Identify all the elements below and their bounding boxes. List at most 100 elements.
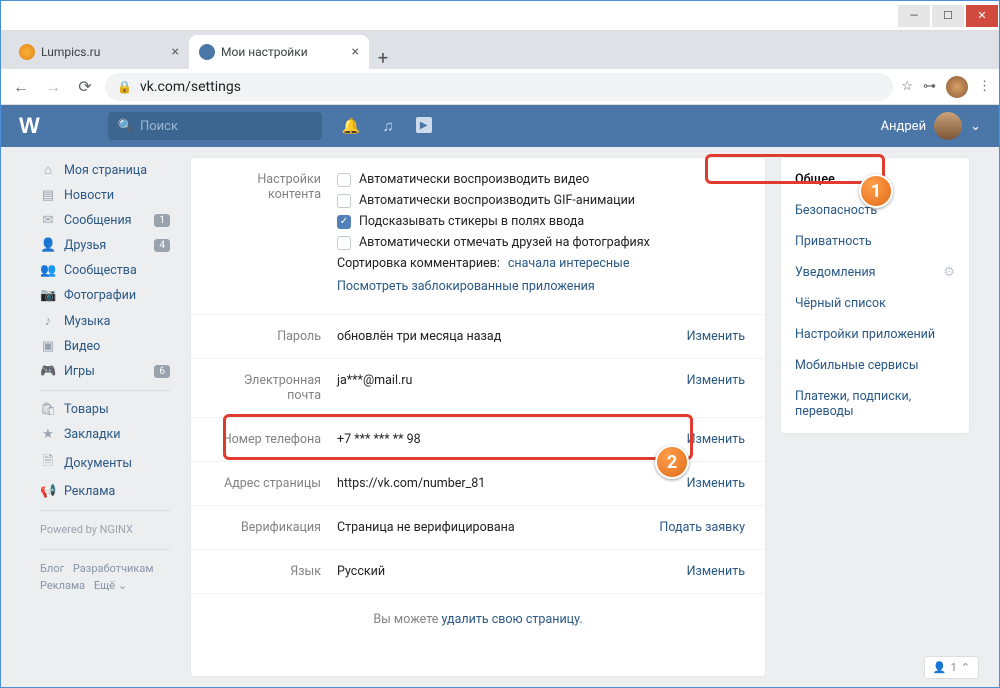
nav-icon: ★ — [40, 427, 56, 442]
footer-link-more[interactable]: Ещё ⌄ — [94, 579, 127, 592]
language-change-link[interactable]: Изменить — [687, 564, 745, 579]
nav-label: Реклама — [64, 484, 115, 499]
search-icon: 🔍 — [118, 119, 134, 134]
browser-address-bar: ← → ⟳ 🔒 vk.com/settings ☆ ⊶ ⋮ — [1, 69, 999, 105]
verification-label: Верификация — [211, 520, 337, 535]
settings-tab-label: Уведомления — [795, 265, 876, 280]
chevron-down-icon: ⌄ — [970, 119, 981, 134]
browser-tab-lumpics[interactable]: Lumpics.ru × — [9, 35, 189, 69]
chevron-up-icon: ⌃ — [961, 661, 970, 674]
key-icon[interactable]: ⊶ — [923, 79, 936, 94]
annotation-marker-1: 1 — [859, 174, 893, 208]
bottom-float-box[interactable]: 👤 1 ⌃ — [924, 656, 979, 679]
comment-sort-link[interactable]: сначала интересные — [508, 256, 630, 271]
window-minimize-button[interactable]: — — [898, 5, 930, 27]
favicon-icon — [19, 44, 35, 60]
nav-icon: 👥 — [40, 263, 56, 278]
star-icon[interactable]: ☆ — [901, 79, 913, 94]
verification-apply-link[interactable]: Подать заявку — [659, 520, 745, 535]
settings-subnav: ОбщееБезопасностьПриватностьУведомления⚙… — [780, 157, 970, 677]
settings-tab[interactable]: Приватность — [781, 226, 969, 257]
url-text: vk.com/settings — [140, 79, 241, 95]
language-label: Язык — [211, 564, 337, 579]
verification-value: Страница не верифицирована — [337, 520, 659, 535]
sidebar-item[interactable]: 🎮 Игры 6 — [30, 359, 180, 384]
content-settings-label: Настройки контента — [211, 172, 337, 300]
user-name: Андрей — [881, 119, 927, 134]
sidebar-item[interactable]: ★Закладки — [30, 422, 180, 447]
window-maximize-button[interactable]: ☐ — [932, 5, 964, 27]
settings-panel: Настройки контента Автоматически воспрои… — [190, 157, 766, 677]
url-change-link[interactable]: Изменить — [687, 476, 745, 491]
delete-prefix: Вы можете — [373, 612, 441, 627]
tab-title: Lumpics.ru — [41, 45, 100, 59]
bell-icon[interactable]: 🔔 — [342, 117, 361, 135]
annotation-marker-2: 2 — [655, 445, 689, 479]
nav-icon: 📢 — [40, 484, 56, 499]
nav-label: Документы — [64, 456, 132, 471]
sidebar-item[interactable]: 👤Друзья4 — [30, 233, 180, 258]
nav-icon: ⌂ — [40, 162, 56, 178]
checkbox-sticker-hints[interactable]: ✓ — [337, 215, 351, 229]
omnibox[interactable]: 🔒 vk.com/settings — [105, 73, 893, 101]
delete-page-link[interactable]: удалить свою страницу. — [441, 612, 582, 627]
music-icon[interactable]: ♫ — [382, 117, 393, 135]
sidebar-item[interactable]: ⌂Моя страница — [30, 157, 180, 183]
window-close-button[interactable]: ✕ — [966, 5, 998, 27]
sidebar-item[interactable]: ▤Новости — [30, 183, 180, 208]
nav-label: Сообщества — [64, 263, 137, 278]
vk-logo[interactable]: W — [19, 113, 38, 139]
vk-search-input[interactable]: 🔍 Поиск — [108, 112, 322, 140]
settings-tab-label: Приватность — [795, 234, 872, 249]
phone-change-link[interactable]: Изменить — [687, 432, 745, 447]
badge: 4 — [154, 239, 170, 252]
nav-label: Друзья — [64, 238, 106, 253]
password-change-link[interactable]: Изменить — [687, 329, 745, 344]
sidebar-item[interactable]: 🛍Товары — [30, 397, 180, 422]
nav-label: Игры — [64, 364, 95, 379]
left-nav: ⌂Моя страница▤Новости✉Сообщения1👤Друзья4… — [30, 147, 180, 687]
footer-link-ads[interactable]: Реклама — [40, 579, 85, 592]
sidebar-item[interactable]: ▣Видео — [30, 334, 180, 359]
settings-tab[interactable]: Чёрный список — [781, 288, 969, 319]
badge: 6 — [154, 365, 170, 378]
footer-link-dev[interactable]: Разработчикам — [73, 562, 154, 575]
profile-avatar-icon[interactable] — [946, 76, 968, 98]
close-icon[interactable]: × — [352, 44, 359, 60]
checkbox-autoplay-video[interactable] — [337, 173, 351, 187]
nav-icon: ▤ — [40, 188, 56, 203]
nav-icon: ▣ — [40, 339, 56, 354]
email-change-link[interactable]: Изменить — [687, 373, 745, 403]
settings-tab[interactable]: Уведомления ⚙ — [781, 257, 969, 288]
close-icon[interactable]: × — [172, 44, 179, 60]
sidebar-item[interactable]: ✉Сообщения1 — [30, 208, 180, 233]
sidebar-item[interactable]: 📷Фотографии — [30, 283, 180, 308]
lock-icon: 🔒 — [117, 80, 132, 94]
menu-icon[interactable]: ⋮ — [978, 79, 991, 94]
settings-tab[interactable]: Мобильные сервисы — [781, 350, 969, 381]
blocked-apps-link[interactable]: Посмотреть заблокированные приложения — [337, 279, 595, 294]
play-icon[interactable]: ▶ — [416, 117, 432, 133]
nav-forward-button[interactable]: → — [41, 75, 65, 99]
sidebar-item[interactable]: ♪Музыка — [30, 308, 180, 334]
checkbox-auto-tag[interactable] — [337, 236, 351, 250]
phone-label: Номер телефона — [211, 432, 337, 447]
new-tab-button[interactable]: + — [369, 48, 397, 69]
badge: 1 — [154, 214, 170, 227]
favicon-icon — [199, 44, 215, 60]
settings-tab[interactable]: Настройки приложений — [781, 319, 969, 350]
sidebar-item[interactable]: 📢 Реклама — [30, 479, 180, 504]
sidebar-item[interactable]: 👥 Сообщества — [30, 258, 180, 283]
nav-icon: 🎮 — [40, 364, 56, 379]
password-label: Пароль — [211, 329, 337, 344]
browser-tab-vk-settings[interactable]: Мои настройки × — [189, 35, 369, 69]
nav-back-button[interactable]: ← — [9, 75, 33, 99]
settings-tab[interactable]: Платежи, подписки, переводы — [781, 381, 969, 427]
checkbox-autoplay-gif[interactable] — [337, 194, 351, 208]
nav-reload-button[interactable]: ⟳ — [73, 75, 97, 99]
footer-link-blog[interactable]: Блог — [40, 562, 64, 575]
gear-icon[interactable]: ⚙ — [943, 265, 955, 280]
nav-icon: 🛍 — [40, 402, 56, 417]
sidebar-item[interactable]: 🗎Документы — [30, 447, 180, 479]
vk-user-menu[interactable]: Андрей ⌄ — [881, 112, 981, 140]
